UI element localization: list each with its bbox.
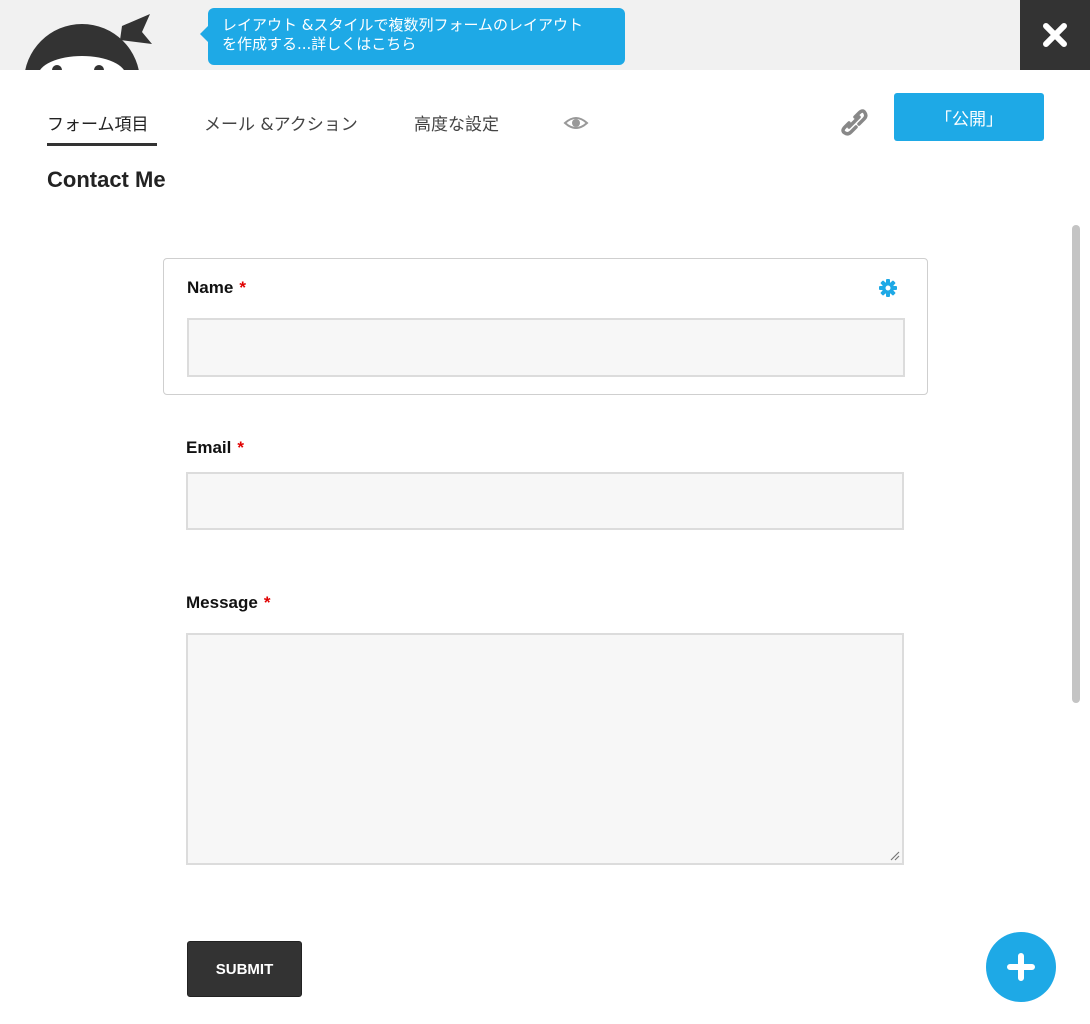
close-x-icon	[1043, 23, 1067, 47]
required-mark: *	[239, 278, 246, 297]
plus-icon	[1007, 953, 1035, 981]
tip-text-line1: レイアウト &スタイルで複数列フォームのレイアウト	[222, 16, 584, 34]
name-input[interactable]	[187, 318, 905, 377]
link-icon[interactable]	[835, 103, 869, 137]
ninja-logo-icon	[0, 0, 190, 70]
add-field-button[interactable]	[986, 932, 1056, 1002]
required-mark: *	[263, 593, 271, 612]
field-label-message-text: Message	[186, 593, 258, 612]
email-input[interactable]	[186, 472, 904, 530]
form-title: Contact Me	[47, 167, 166, 192]
publish-button[interactable]: 「公開」	[894, 93, 1044, 141]
required-mark: *	[237, 438, 244, 457]
tab-advanced-settings[interactable]: 高度な設定	[414, 110, 499, 146]
layout-tip-banner[interactable]: レイアウト &スタイルで複数列フォームのレイアウト を作成する...詳しくはこち…	[200, 8, 625, 65]
close-button[interactable]	[1020, 0, 1090, 70]
submit-button[interactable]: SUBMIT	[187, 941, 302, 997]
field-label-email-text: Email	[186, 438, 232, 457]
field-label-name-text: Name	[187, 278, 234, 297]
resize-handle-icon[interactable]	[888, 849, 900, 861]
field-label-email: Email *	[186, 438, 244, 458]
tip-text-line2: を作成する...詳しくはこちら	[222, 35, 417, 53]
scrollbar[interactable]	[1072, 225, 1080, 703]
field-card-message[interactable]: Message *	[163, 575, 928, 870]
field-label-name: Name *	[187, 278, 246, 298]
tab-email-actions[interactable]: メール &アクション	[204, 110, 358, 146]
message-textarea[interactable]	[186, 633, 904, 865]
preview-eye-icon[interactable]	[563, 113, 589, 133]
tab-form-fields[interactable]: フォーム項目	[47, 110, 157, 146]
field-card-email[interactable]: Email *	[163, 420, 928, 535]
field-label-message: Message *	[186, 593, 270, 613]
gear-icon[interactable]	[878, 278, 898, 298]
field-card-name[interactable]: Name *	[163, 258, 928, 395]
top-bar: レイアウト &スタイルで複数列フォームのレイアウト を作成する...詳しくはこち…	[0, 0, 1090, 70]
